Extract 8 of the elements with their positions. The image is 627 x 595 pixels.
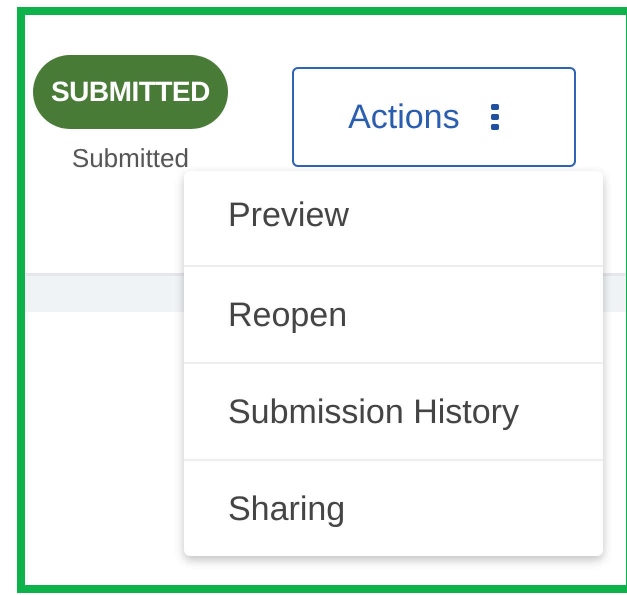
actions-button[interactable]: Actions (292, 67, 576, 167)
menu-item[interactable]: Sharing (184, 459, 603, 556)
more-icon (490, 104, 500, 130)
menu-item[interactable]: Preview (184, 171, 603, 265)
menu-item[interactable]: Reopen (184, 265, 603, 362)
menu-item[interactable]: Submission History (184, 362, 603, 459)
status-badge: SUBMITTED (33, 55, 228, 129)
status-caption: Submitted (72, 143, 189, 173)
